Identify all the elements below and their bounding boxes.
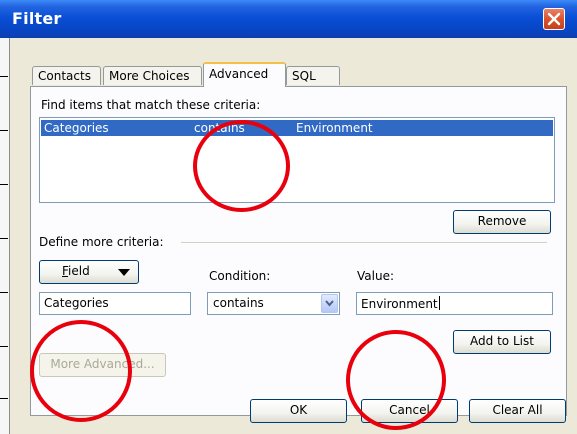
cancel-label: Cancel bbox=[389, 403, 430, 417]
more-advanced-button[interactable]: More Advanced... bbox=[39, 353, 166, 377]
condition-dropdown-arrow[interactable] bbox=[321, 294, 338, 313]
tab-label: Contacts bbox=[38, 69, 91, 83]
criteria-heading: Find items that match these criteria: bbox=[41, 98, 261, 112]
criteria-condition: contains bbox=[194, 121, 245, 135]
criteria-field: Categories bbox=[44, 121, 109, 135]
value-label: Value: bbox=[357, 269, 394, 283]
list-item[interactable]: Categories contains Environment bbox=[41, 120, 553, 136]
criteria-list[interactable]: Categories contains Environment bbox=[39, 117, 555, 203]
define-criteria-heading: Define more criteria: bbox=[39, 235, 164, 249]
close-button[interactable] bbox=[543, 8, 565, 30]
chevron-down-icon bbox=[325, 300, 334, 307]
tab-advanced[interactable]: Advanced bbox=[203, 62, 286, 87]
text-caret bbox=[438, 296, 440, 310]
tab-more-choices[interactable]: More Choices bbox=[103, 66, 202, 85]
ok-label: OK bbox=[289, 403, 308, 417]
condition-select[interactable]: contains bbox=[207, 292, 340, 315]
background-window-edge bbox=[0, 38, 10, 434]
tab-sql[interactable]: SQL bbox=[286, 66, 340, 85]
add-to-list-button[interactable]: Add to List bbox=[453, 330, 551, 354]
criteria-value: Environment bbox=[296, 121, 373, 135]
clear-all-button[interactable]: Clear All bbox=[469, 399, 566, 423]
field-button[interactable]: Field bbox=[39, 260, 139, 284]
tab-contacts[interactable]: Contacts bbox=[32, 66, 101, 85]
remove-label: Remove bbox=[477, 214, 527, 228]
title-bar[interactable]: Filter bbox=[0, 0, 577, 38]
window-title: Filter bbox=[12, 9, 62, 28]
value-input-value: Environment bbox=[361, 297, 438, 311]
condition-select-value: contains bbox=[213, 296, 264, 310]
filter-dialog: Filter Contacts More Choices Advanced SQ… bbox=[0, 0, 577, 434]
more-advanced-label: More Advanced... bbox=[50, 357, 155, 371]
field-input[interactable]: Categories bbox=[39, 292, 191, 315]
tab-label: SQL bbox=[292, 69, 316, 83]
field-button-label: Field bbox=[62, 264, 90, 278]
clear-all-label: Clear All bbox=[492, 403, 543, 417]
condition-label: Condition: bbox=[209, 269, 271, 283]
tab-label: Advanced bbox=[209, 67, 269, 81]
field-input-value: Categories bbox=[44, 296, 109, 310]
cancel-button[interactable]: Cancel bbox=[361, 399, 458, 423]
add-to-list-label: Add to List bbox=[470, 334, 534, 348]
ok-button[interactable]: OK bbox=[250, 399, 347, 423]
remove-button[interactable]: Remove bbox=[453, 210, 551, 234]
value-input[interactable]: Environment bbox=[356, 292, 553, 315]
divider bbox=[181, 242, 547, 244]
tab-label: More Choices bbox=[109, 69, 190, 83]
